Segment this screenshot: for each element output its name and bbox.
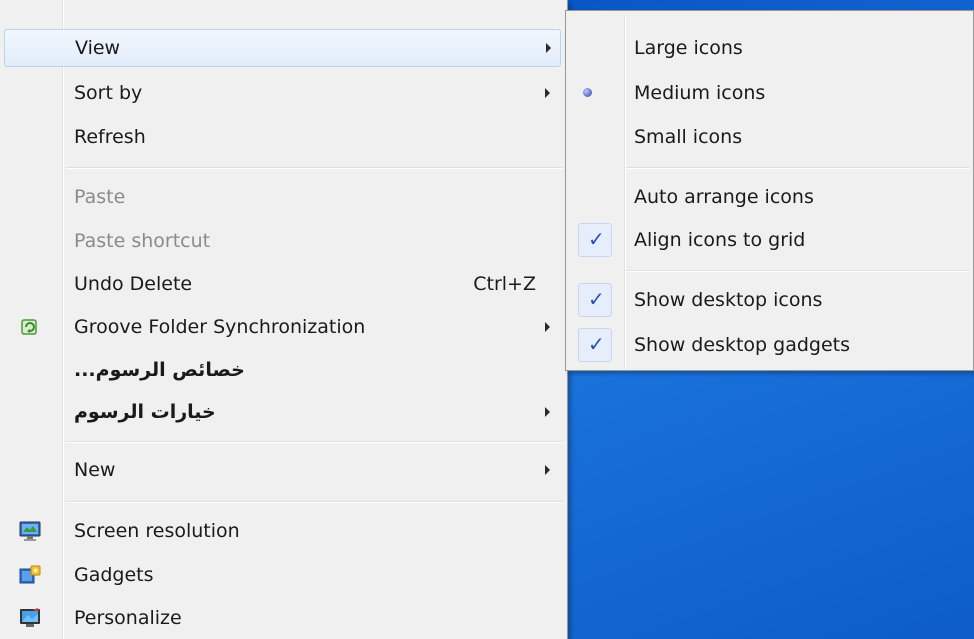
submenu-item-align-to-grid[interactable]: ✓ Align icons to grid xyxy=(568,219,971,261)
menu-item-label: Paste xyxy=(74,186,126,208)
menu-item-label: ...خصائص الرسوم xyxy=(74,359,245,381)
checkmark-icon: ✓ xyxy=(588,332,605,356)
submenu-item-small-icons[interactable]: Small icons xyxy=(568,116,971,158)
menu-item-gadgets[interactable]: Gadgets xyxy=(4,556,561,594)
menu-item-shortcut: Ctrl+Z xyxy=(473,273,536,295)
submenu-item-label: Show desktop gadgets xyxy=(634,334,850,356)
menu-item-label: Paste shortcut xyxy=(74,230,211,252)
checked-indicator: ✓ xyxy=(578,328,612,362)
menu-item-label: Sort by xyxy=(74,82,143,104)
menu-item-graphics-properties[interactable]: ...خصائص الرسوم xyxy=(4,351,561,389)
submenu-arrow-icon xyxy=(545,465,550,475)
submenu-arrow-icon xyxy=(546,43,551,53)
submenu-item-label: Small icons xyxy=(634,126,743,148)
menu-item-label: Groove Folder Synchronization xyxy=(74,316,366,338)
submenu-item-label: Medium icons xyxy=(634,82,766,104)
checkmark-icon: ✓ xyxy=(588,227,605,251)
menu-item-label: Undo Delete xyxy=(74,273,193,295)
submenu-item-auto-arrange[interactable]: Auto arrange icons xyxy=(568,176,971,218)
menu-item-label: Personalize xyxy=(74,607,182,629)
menu-separator xyxy=(626,167,969,169)
menu-separator xyxy=(66,441,563,443)
submenu-item-label: Show desktop icons xyxy=(634,289,823,311)
menu-separator xyxy=(626,270,969,272)
menu-item-graphics-options[interactable]: خيارات الرسوم xyxy=(4,393,561,431)
desktop-context-menu: View Sort by Refresh Paste Paste shortcu… xyxy=(0,0,568,639)
menu-item-paste-shortcut: Paste shortcut xyxy=(4,222,561,260)
submenu-item-show-desktop-gadgets[interactable]: ✓ Show desktop gadgets xyxy=(568,324,971,366)
menu-separator xyxy=(66,167,563,169)
submenu-item-label: Auto arrange icons xyxy=(634,186,814,208)
gadgets-icon xyxy=(18,564,42,586)
menu-item-view[interactable]: View xyxy=(4,29,561,67)
menu-item-sort-by[interactable]: Sort by xyxy=(4,74,561,112)
submenu-item-label: Align icons to grid xyxy=(634,229,806,251)
submenu-item-show-desktop-icons[interactable]: ✓ Show desktop icons xyxy=(568,279,971,321)
menu-item-label: Refresh xyxy=(74,126,146,148)
menu-separator xyxy=(66,501,563,503)
menu-item-groove-folder-sync[interactable]: Groove Folder Synchronization xyxy=(4,308,561,346)
menu-item-new[interactable]: New xyxy=(4,451,561,489)
menu-item-label: New xyxy=(74,459,116,481)
radio-selected-icon xyxy=(583,88,592,97)
submenu-arrow-icon xyxy=(545,322,550,332)
groove-icon xyxy=(18,316,42,338)
screen-resolution-icon xyxy=(18,520,42,542)
menu-item-label: View xyxy=(75,37,121,59)
checked-indicator: ✓ xyxy=(578,283,612,317)
submenu-item-medium-icons[interactable]: Medium icons xyxy=(568,72,971,114)
menu-item-refresh[interactable]: Refresh xyxy=(4,118,561,156)
submenu-item-large-icons[interactable]: Large icons xyxy=(568,27,971,69)
submenu-item-label: Large icons xyxy=(634,37,743,59)
checkmark-icon: ✓ xyxy=(588,287,605,311)
submenu-arrow-icon xyxy=(545,88,550,98)
submenu-arrow-icon xyxy=(545,407,550,417)
menu-item-paste: Paste xyxy=(4,178,561,216)
menu-item-personalize[interactable]: Personalize xyxy=(4,599,561,637)
menu-item-undo-delete[interactable]: Undo Delete Ctrl+Z xyxy=(4,265,561,303)
menu-item-label: خيارات الرسوم xyxy=(74,401,216,423)
menu-item-label: Gadgets xyxy=(74,564,154,586)
view-submenu: Large icons Medium icons Small icons Aut… xyxy=(565,10,974,371)
menu-item-label: Screen resolution xyxy=(74,520,240,542)
checked-indicator: ✓ xyxy=(578,223,612,257)
personalize-icon xyxy=(18,607,42,629)
menu-item-screen-resolution[interactable]: Screen resolution xyxy=(4,512,561,550)
